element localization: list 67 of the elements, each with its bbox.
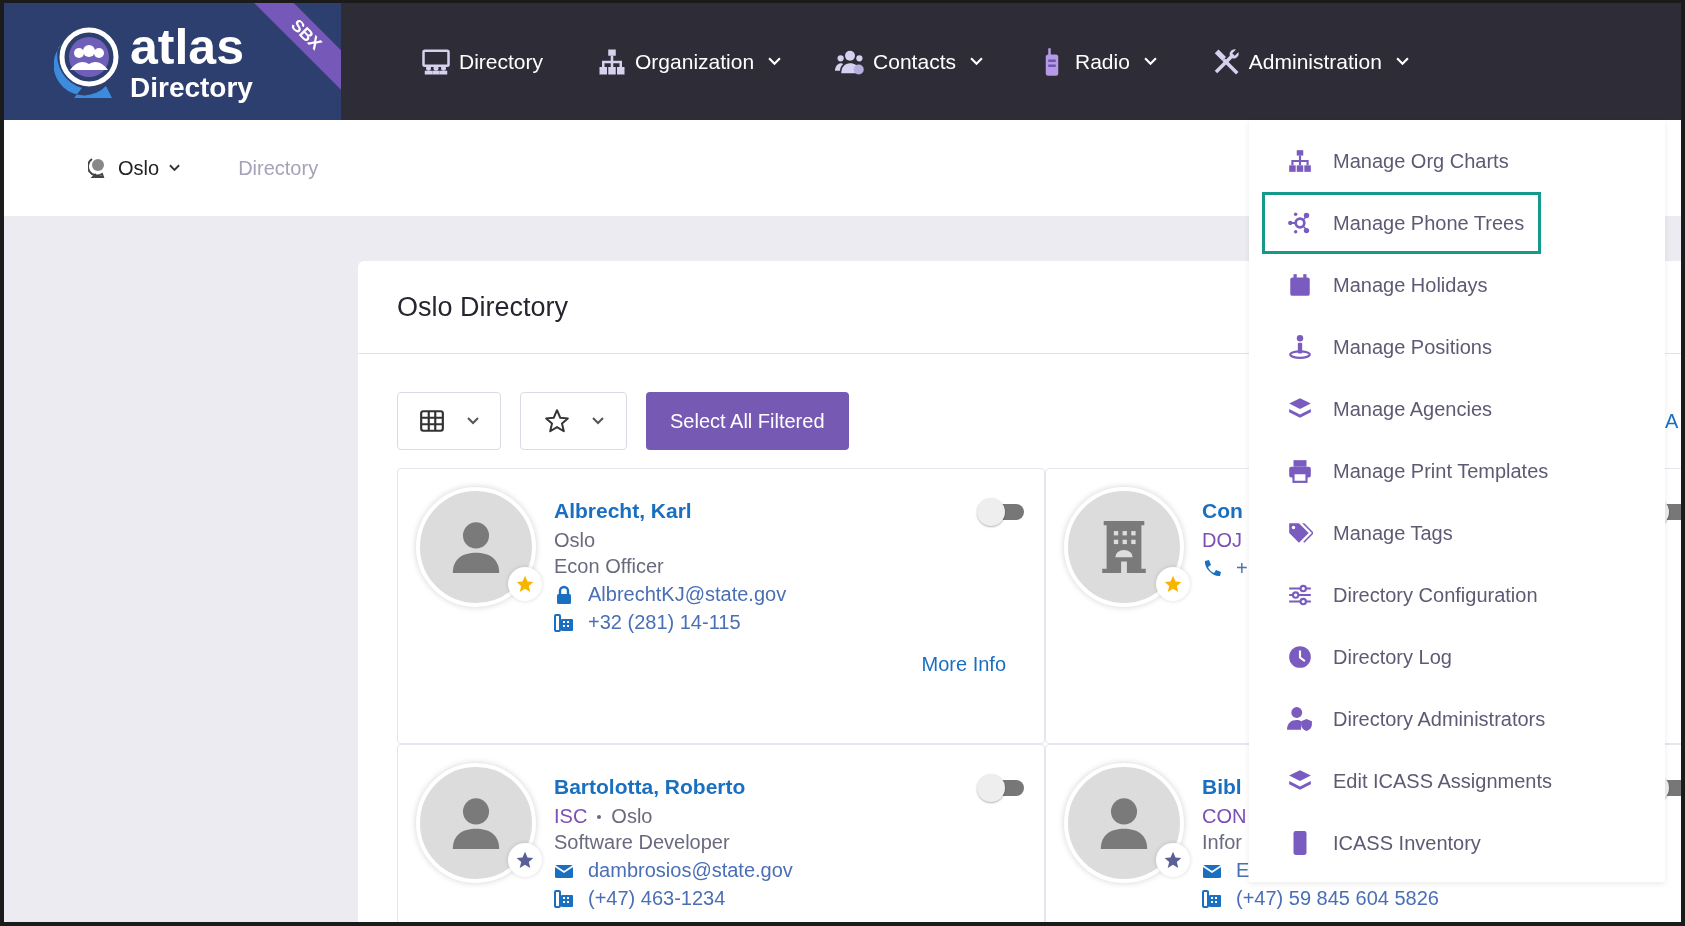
contact-link[interactable]: dambrosios@state.gov [588,859,793,882]
user-shield-icon [1287,706,1313,732]
contact-location: Oslo [611,805,653,828]
calendar-icon [1287,272,1313,298]
nav-menu-item[interactable]: Directory [421,46,543,77]
caret-icon [591,417,604,425]
grid-icon [419,408,445,434]
contact-link[interactable]: +32 (281) 14-115 [588,611,741,634]
sliders-icon [1287,582,1313,608]
contact-link[interactable]: + [1236,557,1248,580]
view-dropdown[interactable] [397,392,501,450]
menu-item[interactable]: Manage Tags [1262,502,1470,564]
contact-link[interactable]: AlbrechtKJ@state.gov [588,583,787,606]
post-selector[interactable]: Oslo [88,156,181,180]
contact-location: Oslo [554,529,596,552]
contact-link[interactable]: (+47) 59 845 604 5826 [1236,887,1439,910]
nav-menu-item[interactable]: Contacts [835,46,983,77]
menu-item[interactable]: ICASS Inventory [1262,812,1498,874]
contact-name[interactable]: Albrecht, Karl [554,499,692,523]
favorites-dropdown[interactable] [520,392,627,450]
contact-title: Infor [1202,831,1243,854]
contact-name[interactable]: Bibl [1202,775,1242,799]
menu-item[interactable]: Manage Holidays [1262,254,1505,316]
phone-icon [1202,558,1222,579]
menu-item[interactable]: Manage Phone Trees [1262,192,1542,254]
select-all-button[interactable]: Select All Filtered [646,392,849,450]
menu-item[interactable]: Edit ICASS Assignments [1262,750,1569,812]
breadcrumb-current: Directory [238,156,319,180]
logo-wordmark: atlas [130,21,245,72]
menu-item[interactable]: Directory Log [1262,626,1469,688]
agency-label: DOJ [1202,529,1242,552]
agency-label: CON [1202,805,1247,828]
star-icon [543,408,570,434]
desk-phone-icon [554,888,574,909]
desk-phone-icon [1202,888,1222,909]
clock-icon [1287,644,1313,670]
menu-item[interactable]: Directory Administrators [1262,688,1563,750]
toggle-switch[interactable] [976,497,1026,527]
logo-subtitle: Directory [130,73,253,102]
toggle-switch[interactable] [976,773,1026,803]
person-pin-icon [1287,334,1313,360]
caret-icon [467,417,479,425]
menu-item[interactable]: Directory Configuration [1262,564,1555,626]
tags-icon [1287,520,1313,546]
contact-link[interactable]: E [1236,859,1250,882]
desk-phone-icon [554,612,574,633]
contact-name[interactable]: Bartolotta, Roberto [554,775,746,799]
org-chart-icon [1287,148,1313,174]
contact-title: Econ Officer [554,555,664,578]
nav-menu-item[interactable]: Radio [1036,46,1157,77]
more-info-link[interactable]: More Info [921,653,1006,676]
menu-item[interactable]: Manage Org Charts [1262,130,1526,192]
contact-name[interactable]: Con [1202,499,1243,523]
menu-item[interactable]: Manage Agencies [1262,378,1509,440]
contact-link[interactable]: (+47) 463-1234 [588,887,726,910]
contact-title: Software Developer [554,831,730,854]
nav-menu-item[interactable]: Organization [597,46,782,77]
printer-icon [1287,458,1313,484]
panel-title: Oslo Directory [397,291,569,323]
lock-icon [554,584,574,605]
menu-item[interactable]: Manage Positions [1262,316,1509,378]
menu-item[interactable]: Manage Print Templates [1262,440,1566,502]
separator-dot-icon [597,814,602,819]
nav-menu-item[interactable]: Administration [1210,46,1409,77]
toolbar-link[interactable]: A [1665,409,1679,433]
agency-label: ISC [554,805,588,828]
caret-icon [169,164,181,172]
